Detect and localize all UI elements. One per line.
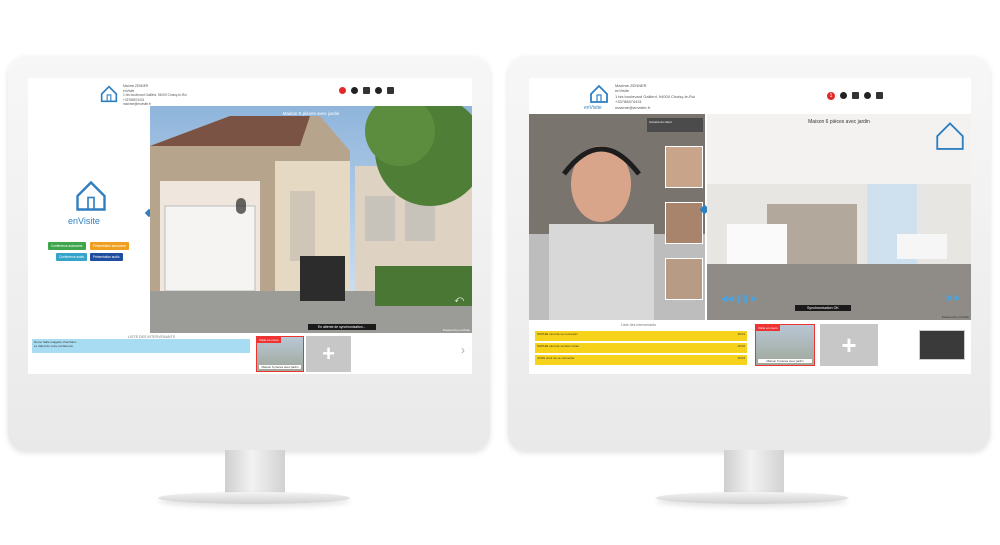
autonomous-conference-button[interactable]: Conférence autonome xyxy=(48,242,86,250)
visit-caption: Maison 6 pièces avec jardin xyxy=(758,359,812,363)
visit-tag: Visite en cours xyxy=(756,325,780,331)
header-left: Maxime ZENNER enVisite 1 bis boulevard G… xyxy=(28,78,472,108)
chat-time: 16:01 xyxy=(737,332,745,336)
video-conference-panel: Caméra du client xyxy=(529,114,705,320)
header-right: enVisite Maxime ZENNER enVisite 1 bis bo… xyxy=(529,78,971,114)
monitor-left: Maxime ZENNER enVisite 1 bis boulevard G… xyxy=(8,56,490,451)
chat-message-text: vient de se connecter xyxy=(549,332,578,336)
chat-message: Demo Salle imagerie cherchant... Le débu… xyxy=(32,339,250,353)
envisite-watermark-icon xyxy=(933,119,967,159)
contact-line: maxime@envisite.fr xyxy=(615,104,651,110)
participant-video-1[interactable] xyxy=(665,146,703,188)
visit-caption: Maison 6 pièces avec jardin xyxy=(259,365,301,369)
flag-icon[interactable] xyxy=(876,92,883,99)
screen-right: enVisite Maxime ZENNER enVisite 1 bis bo… xyxy=(529,78,971,374)
powered-label: Powered by enVisite xyxy=(941,315,969,319)
visit-thumbnail[interactable]: Visite en cours Maison 6 pièces avec jar… xyxy=(755,324,815,366)
panorama-title: Maison 6 pièces avec jardin xyxy=(282,111,340,116)
stand-base-left xyxy=(158,492,350,504)
video-label: Caméra du client xyxy=(647,118,703,132)
house-panorama-image xyxy=(150,106,472,333)
view-controls-icon[interactable]: ⛶ ▶▶ xyxy=(939,294,961,304)
audio-conference-button[interactable]: Conférence audio xyxy=(56,253,88,261)
chat-time: 16:03 xyxy=(737,356,745,360)
notification-icon[interactable] xyxy=(339,87,346,94)
header-icons-left xyxy=(339,87,394,94)
chat-time: 16:02 xyxy=(737,344,745,348)
chat-message-text: vient de se faire inviter xyxy=(549,344,580,348)
contact-info-left: Maxime ZENNER enVisite 1 bis boulevard G… xyxy=(123,84,187,107)
users-icon[interactable] xyxy=(351,87,358,94)
envisite-logo-small-icon xyxy=(100,85,118,103)
chat-author: SOPHIE xyxy=(537,344,549,348)
add-visit-button[interactable]: + xyxy=(306,336,351,372)
next-arrow-icon[interactable]: › xyxy=(461,343,465,357)
chat-message: JOHN vient de se connecter 16:03 xyxy=(535,355,747,365)
playback-controls-icon[interactable]: ◀◀ ❚❚ ▶ xyxy=(721,294,757,303)
document-icon[interactable] xyxy=(363,87,370,94)
participant-video-3[interactable] xyxy=(665,258,703,300)
chat-message: SOPHIE vient de se connecter 16:01 xyxy=(535,331,747,341)
contact-info-right: Maxime ZENNER enVisite 1 bis boulevard G… xyxy=(615,83,695,110)
chat-author: SOPHIE xyxy=(537,332,549,336)
panorama-viewer-right[interactable]: Maison 6 pièces avec jardin Synchronisat… xyxy=(707,114,971,320)
monitor-right: enVisite Maxime ZENNER enVisite 1 bis bo… xyxy=(508,56,990,451)
minimap-preview[interactable] xyxy=(919,330,965,360)
walk-mode-icon[interactable]: ⤺ xyxy=(454,294,464,305)
participant-video-2[interactable] xyxy=(665,202,703,244)
audio-presentation-button[interactable]: Présentation audio xyxy=(90,253,123,261)
brand-name: enVisite xyxy=(68,216,100,226)
sync-status-badge: En attente de synchronisation... xyxy=(308,324,376,330)
panorama-viewer-left[interactable]: Maison 6 pièces avec jardin En attente d… xyxy=(150,106,472,333)
envisite-logo-icon xyxy=(76,180,106,211)
desktop-stage: Maxime ZENNER enVisite 1 bis boulevard G… xyxy=(0,0,1000,545)
chat-author: JOHN xyxy=(537,356,546,360)
screen-left: Maxime ZENNER enVisite 1 bis boulevard G… xyxy=(28,78,472,374)
document-icon[interactable] xyxy=(852,92,859,99)
panorama-title: Maison 6 pièces avec jardin xyxy=(808,119,870,125)
stand-neck-right xyxy=(724,450,784,495)
powered-label: Powered by enVisite xyxy=(442,328,470,332)
chat-message-text: vient de se connecter xyxy=(546,356,575,360)
chat-message-text: Le début de votre conférence xyxy=(34,344,74,348)
notification-icon[interactable]: 1 xyxy=(827,92,835,100)
brand-name-small: enVisite xyxy=(584,105,602,111)
sync-status-badge: Synchronisation OK xyxy=(795,305,851,311)
add-visit-button[interactable]: + xyxy=(820,324,878,366)
nav-hotspot-icon[interactable] xyxy=(236,198,246,214)
visit-thumbnail[interactable]: Visite en cours Maison 6 pièces avec jar… xyxy=(256,336,304,372)
flag-icon[interactable] xyxy=(387,87,394,94)
header-icons-right: 1 xyxy=(827,92,883,100)
interior-panorama-image xyxy=(707,114,971,320)
help-icon[interactable] xyxy=(864,92,871,99)
autonomous-presentation-button[interactable]: Présentation autonome xyxy=(90,242,129,250)
chat-list-title: Liste des intervenants xyxy=(621,323,656,327)
stand-base-right xyxy=(656,492,848,504)
users-icon[interactable] xyxy=(840,92,847,99)
stand-neck-left xyxy=(225,450,285,495)
envisite-logo-small-icon xyxy=(590,84,608,103)
chat-message: SOPHIE vient de se faire inviter 16:02 xyxy=(535,343,747,353)
visit-tag: Visite en cours xyxy=(257,337,281,343)
help-icon[interactable] xyxy=(375,87,382,94)
